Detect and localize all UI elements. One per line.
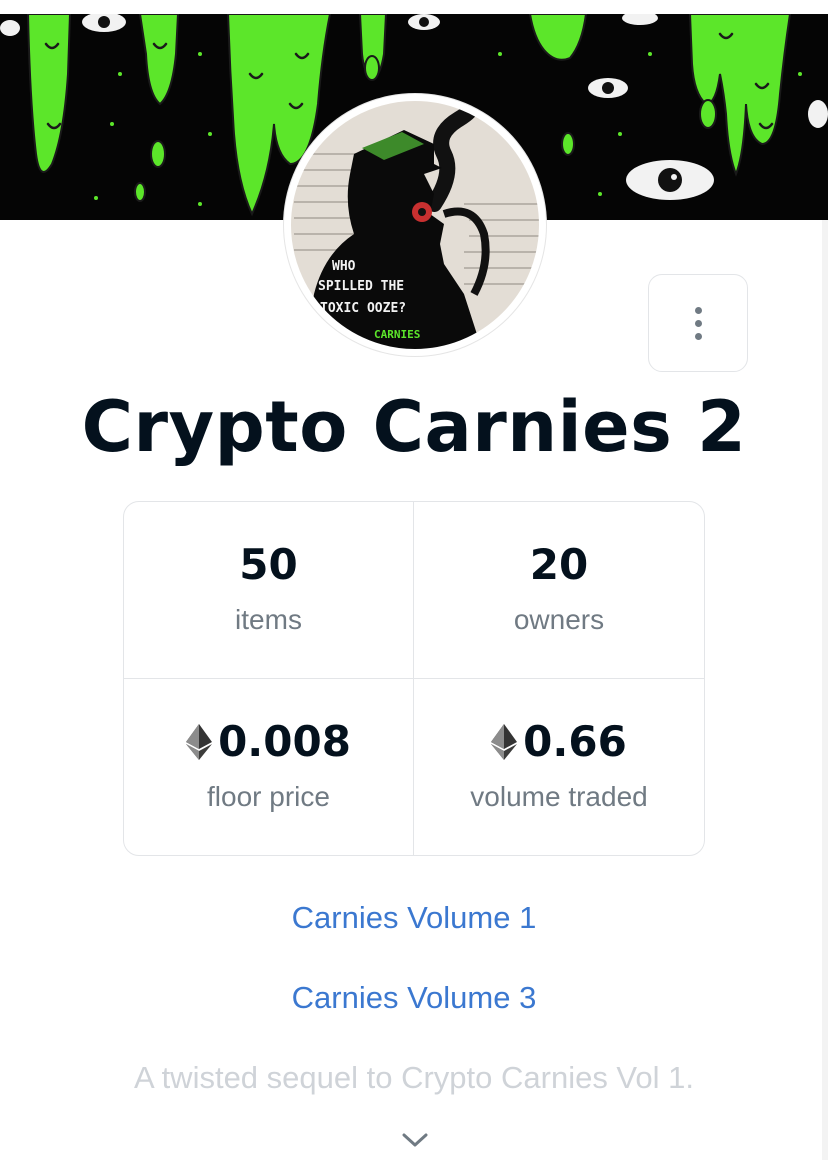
- avatar-text-line-1: WHO: [332, 259, 356, 274]
- scrollbar-track[interactable]: [822, 220, 828, 1160]
- collection-avatar: WHO SPILLED THE TOXIC OOZE? CARNIES: [284, 94, 546, 356]
- stat-owners-label: owners: [513, 603, 605, 635]
- stat-owners[interactable]: 20 owners: [414, 502, 704, 679]
- top-strip: [0, 0, 828, 14]
- avatar-text-line-2: SPILLED THE: [318, 279, 404, 294]
- stat-volume-traded-value: 0.66: [523, 716, 627, 766]
- avatar-art: WHO SPILLED THE TOXIC OOZE? CARNIES: [285, 95, 545, 355]
- stat-owners-value: 20: [529, 539, 589, 589]
- link-carnies-volume-1[interactable]: Carnies Volume 1: [0, 900, 828, 936]
- ethereum-icon: [186, 723, 213, 760]
- expand-description-button[interactable]: [400, 1130, 430, 1150]
- avatar-text-line-3: TOXIC OOZE?: [320, 301, 406, 316]
- more-options-button[interactable]: [648, 274, 748, 372]
- stat-volume-traded[interactable]: 0.66 volume traded: [414, 679, 704, 856]
- ethereum-icon: [491, 723, 518, 760]
- stat-items-label: items: [235, 603, 302, 635]
- collection-title: Crypto Carnies 2: [81, 386, 747, 468]
- stat-items[interactable]: 50 items: [124, 502, 414, 679]
- stat-floor-price-value: 0.008: [218, 716, 351, 766]
- avatar-brand-text: CARNIES: [374, 328, 420, 341]
- collection-stats: 50 items 20 owners 0.008 floor price 0.6…: [123, 501, 705, 856]
- stat-volume-traded-label: volume traded: [470, 780, 648, 812]
- collection-description: A twisted sequel to Crypto Carnies Vol 1…: [0, 1060, 828, 1096]
- stat-floor-price-label: floor price: [207, 780, 330, 812]
- stat-volume-traded-row: 0.66: [491, 716, 627, 766]
- chevron-down-icon: [402, 1133, 428, 1147]
- stat-floor-price[interactable]: 0.008 floor price: [124, 678, 414, 855]
- stat-floor-price-row: 0.008: [186, 716, 351, 766]
- link-carnies-volume-3[interactable]: Carnies Volume 3: [0, 980, 828, 1016]
- more-vertical-icon: [694, 306, 702, 340]
- stat-items-value: 50: [239, 539, 298, 589]
